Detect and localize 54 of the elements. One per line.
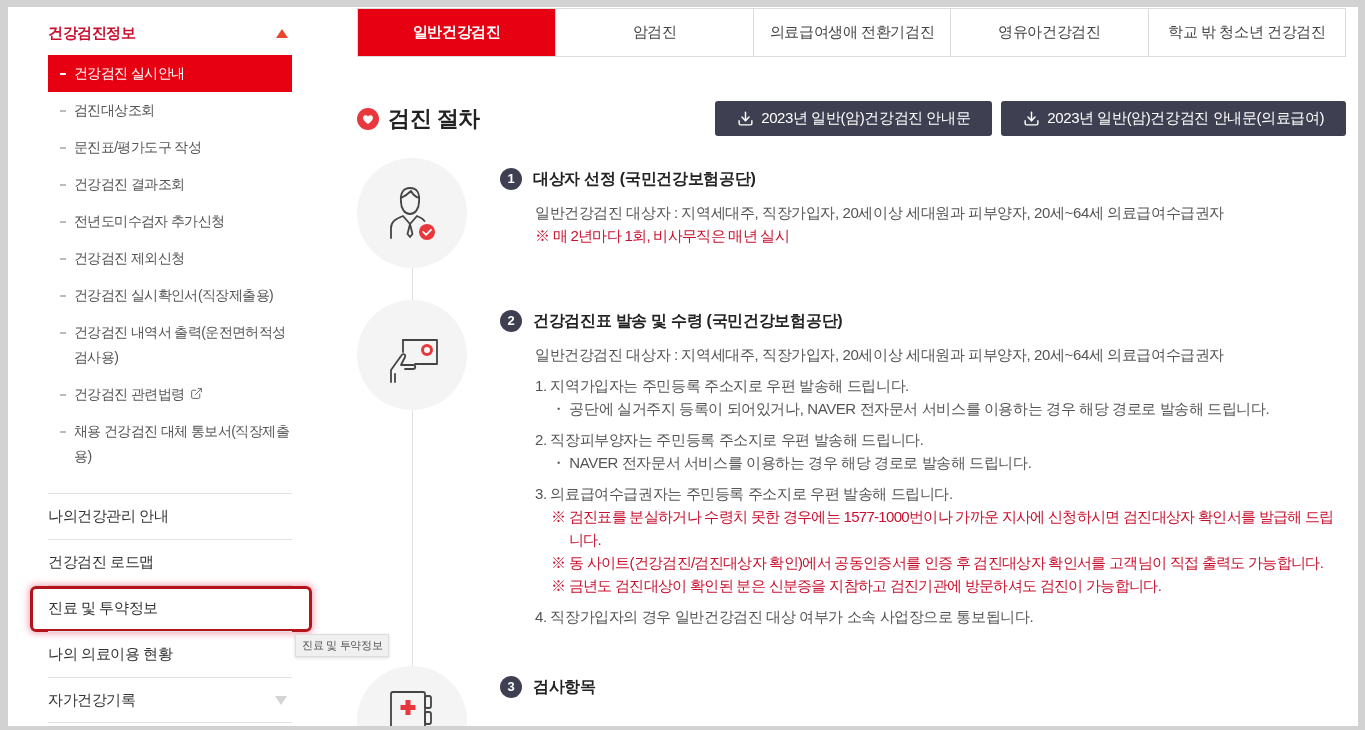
bullet-text: ・ 공단에 실거주지 등록이 되어있거나, NAVER 전자문서 서비스를 이용하는 경우 해당 경로로 발송해 드립니다. [551,399,1271,419]
menu-item[interactable]: 나의 의료이용 현황 [48,631,292,677]
submenu-item[interactable]: 검진대상조회 [48,92,292,129]
note-text: ※ 매 2년마다 1회, 비사무직은 매년 실시 [535,226,791,246]
download-button[interactable]: 2023년 일반(암)건강검진 안내문 [715,101,993,136]
numbered-item-text: 3. 의료급여수급권자는 주민등록 주소지로 우편 발송해 드립니다. [535,484,954,504]
submenu-item[interactable]: 문진표/평가도구 작성 [48,129,292,166]
bullet-text: ・ NAVER 전자문서 서비스를 이용하는 경우 해당 경로로 발송해 드립니다. [551,453,1033,473]
tooltip: 진료 및 투약정보 [295,634,390,657]
submenu-item[interactable]: 건강검진 제외신청 [48,240,292,277]
hand-card-icon [357,300,467,410]
note-text: ※ 검진표를 분실하거나 수령치 못한 경우에는 1577-1000번이나 가까운 지사에 신청하시면 검진대상자 확인서를 발급해 드립니다. [551,507,1335,550]
person-check-icon [357,158,467,268]
menu-item[interactable]: 진료 및 투약정보 [48,585,292,631]
menu-item[interactable]: 건강검진 로드맵 [48,539,292,585]
note-text: ※ 동 사이트(건강검진/검진대상자 확인)에서 공동인증서를 인증 후 검진대상자 확인서를 고객님이 직접 출력도 가능합니다. [551,553,1325,573]
submenu-item[interactable]: 건강검진 실시확인서(직장제출용) [48,277,292,314]
submenu-item[interactable]: 채용 건강검진 대체 통보서(직장제출용) [48,413,292,475]
dash-icon [60,73,66,75]
numbered-item-text: 2. 직장피부양자는 주민등록 주소지로 우편 발송해 드립니다. [535,430,925,450]
dash-icon [60,295,66,297]
step-number: 3 [500,676,522,698]
caret-up-icon[interactable] [276,28,288,38]
tab[interactable]: 일반건강검진 [358,9,556,56]
step-number: 2 [500,310,522,332]
note-text: ※ 금년도 검진대상이 확인된 분은 신분증을 지참하고 검진기관에 방문하셔도 검진이 가능합니다. [551,576,1163,596]
menu-item[interactable]: 나의건강관리 안내 [48,493,292,539]
submenu-item[interactable]: 전년도미수검자 추가신청 [48,203,292,240]
step-title: 대상자 선정 (국민건강보험공단) [533,169,756,189]
download-icon [737,110,755,127]
numbered-item-text: 1. 지역가입자는 주민등록 주소지로 우편 발송해 드립니다. [535,376,910,396]
numbered-item-text: 4. 직장가입자의 경우 일반건강검진 대상 여부가 소속 사업장으로 통보됩니다. [535,607,1035,627]
dash-icon [60,184,66,186]
step-number: 1 [500,168,522,190]
menu-item[interactable]: 자가건강기록 [48,677,292,723]
dash-icon [60,394,66,396]
dash-icon [60,221,66,223]
submenu-item[interactable]: 건강검진 관련법령 [48,376,292,413]
body-text: 일반건강검진 대상자 : 지역세대주, 직장가입자, 20세이상 세대원과 피부양자, 20세~64세 의료급여수급권자 [535,345,1225,365]
dash-icon [60,147,66,149]
download-icon [1023,110,1041,127]
submenu-item[interactable]: 건강검진 내역서 출력(운전면허적성검사용) [48,314,292,376]
menu-section-title[interactable]: 건강검진정보 [48,21,135,45]
submenu-item[interactable]: 건강검진 결과조회 [48,166,292,203]
step-title: 검사항목 [533,677,596,697]
dash-icon [60,258,66,260]
body-text: 일반건강검진 대상자 : 지역세대주, 직장가입자, 20세이상 세대원과 피부양자, 20세~64세 의료급여수급권자 [535,203,1225,223]
dash-icon [60,431,66,433]
dash-icon [60,110,66,112]
step-title: 건강검진표 발송 및 수령 (국민건강보험공단) [533,311,843,331]
download-button[interactable]: 2023년 일반(암)건강검진 안내문(의료급여) [1001,101,1346,136]
submenu-item[interactable]: 건강검진 실시안내 [48,55,292,92]
dash-icon [60,332,66,334]
section-title: 검진 절차 [388,105,480,133]
